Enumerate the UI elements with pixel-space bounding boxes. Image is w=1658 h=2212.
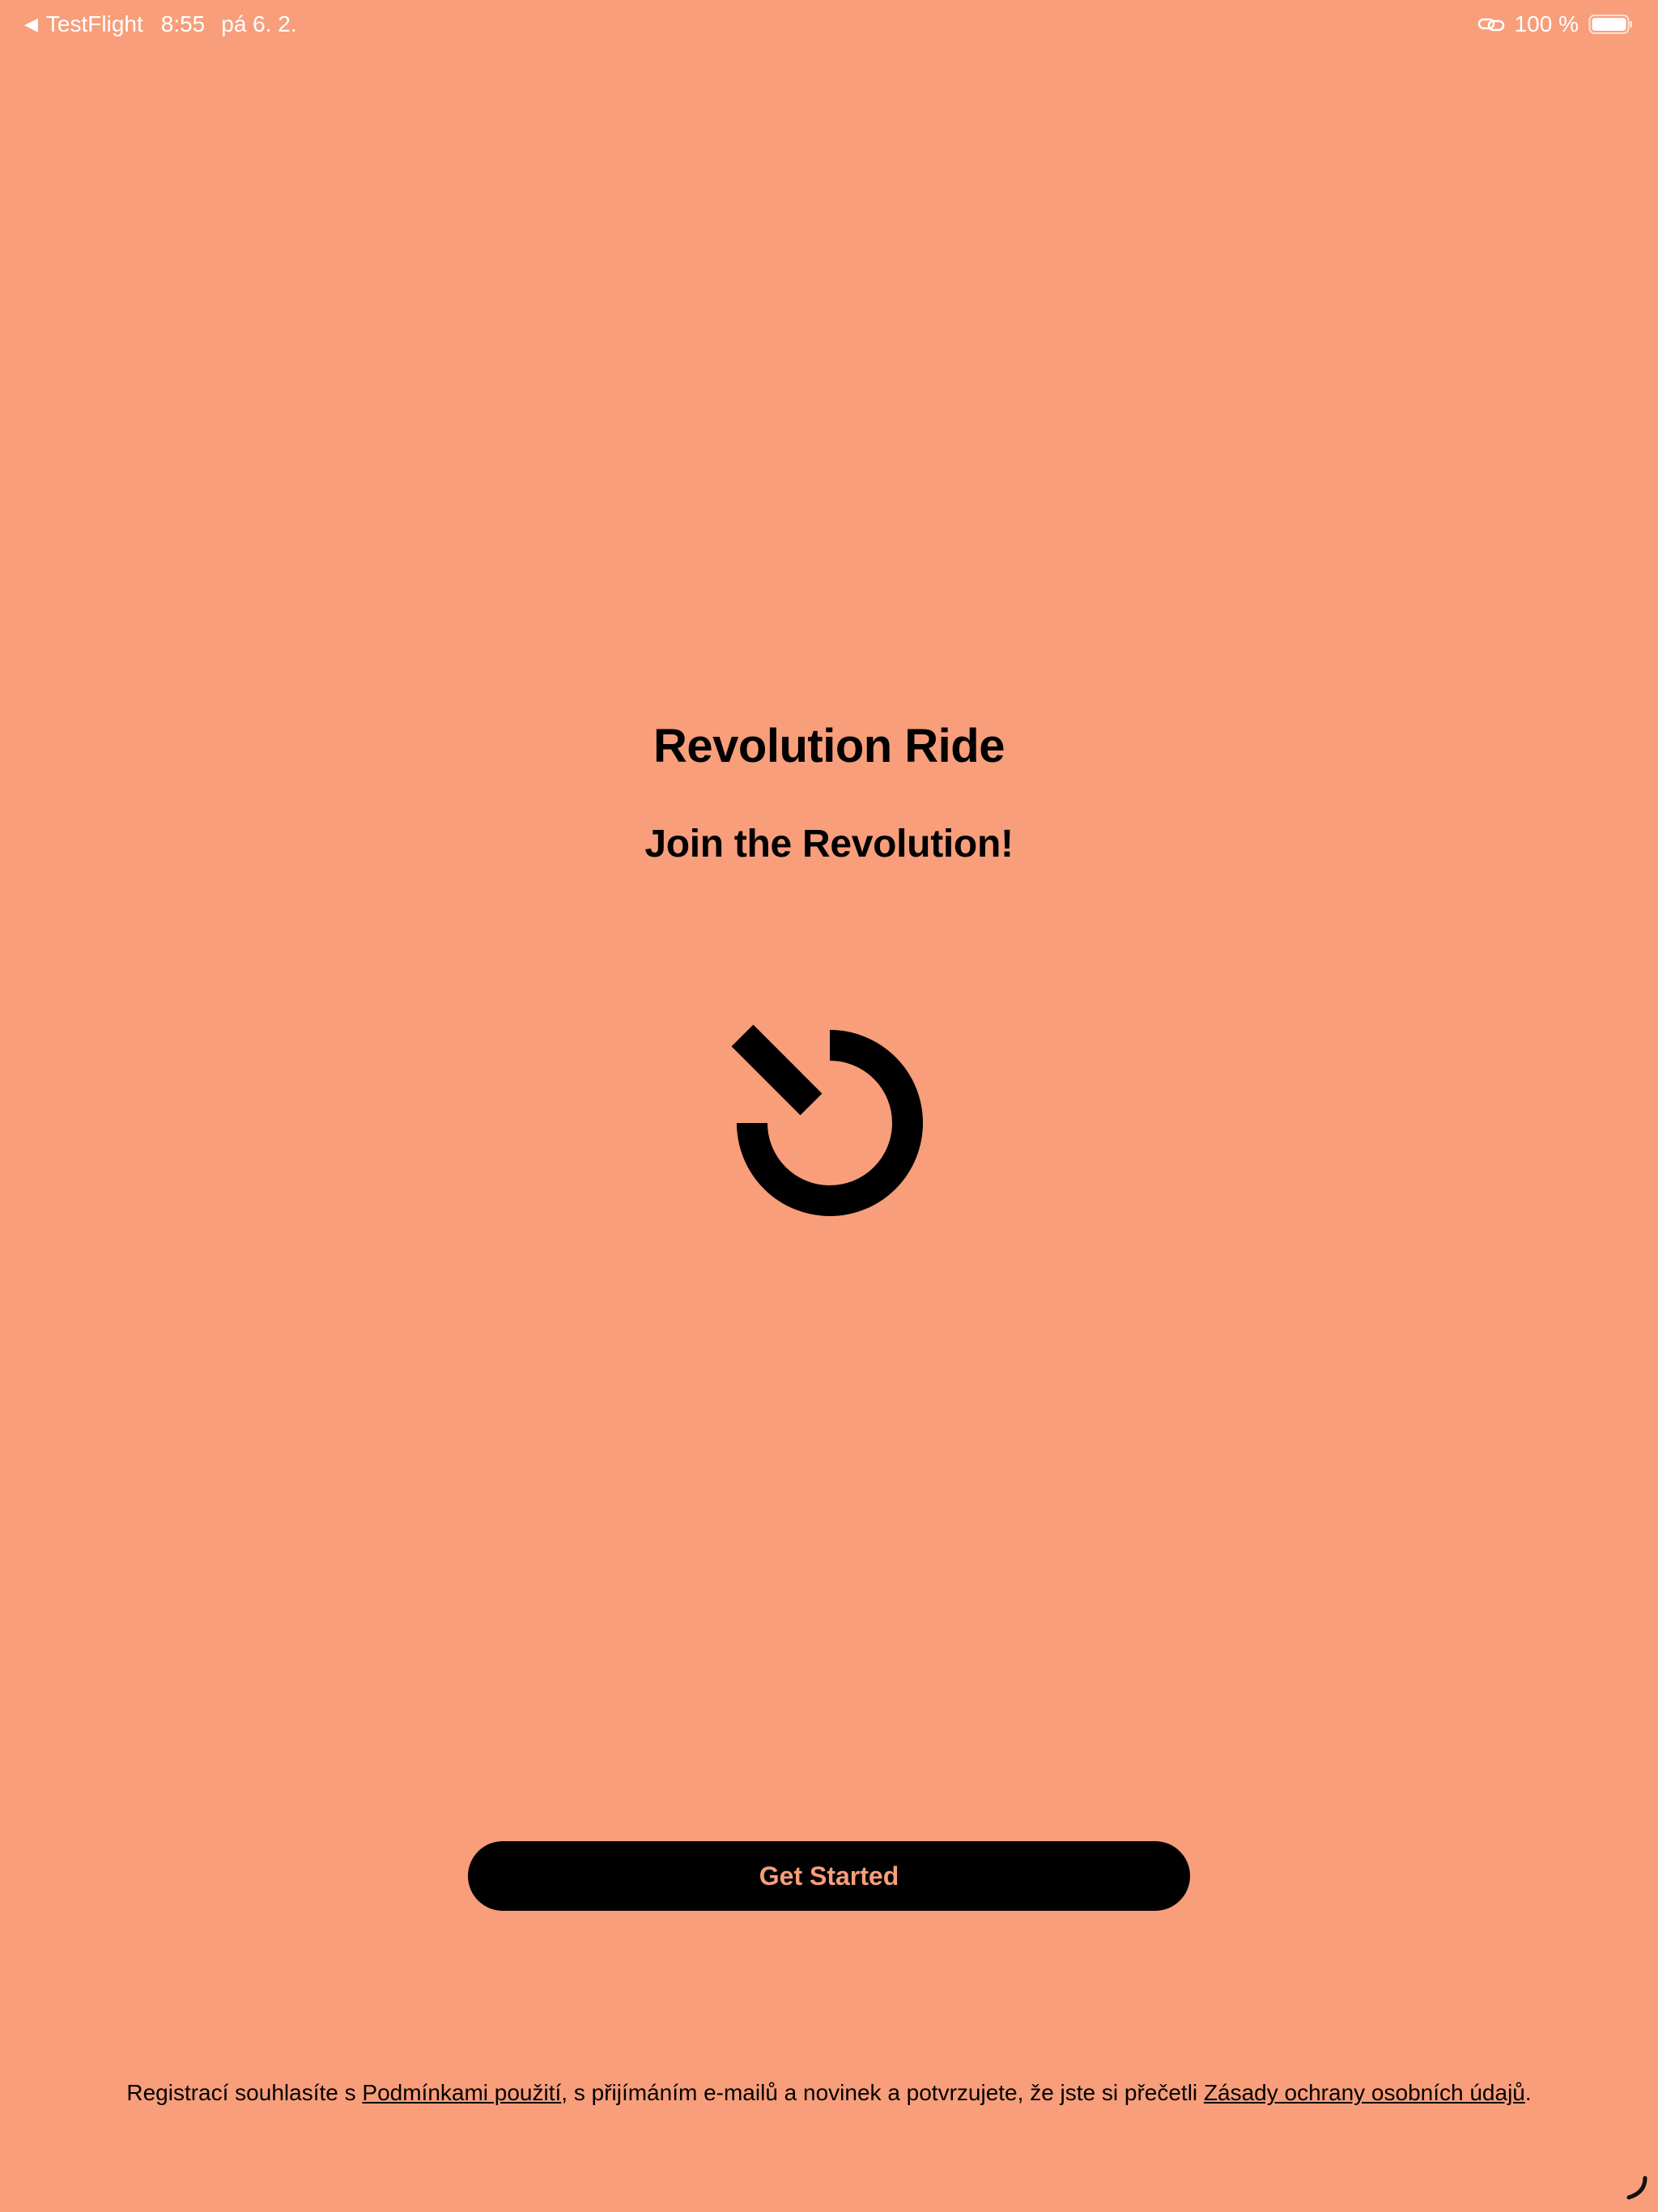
app-title: Revolution Ride xyxy=(653,720,1005,772)
legal-text-before: Registrací souhlasíte s xyxy=(126,2080,363,2105)
battery-percent: 100 % xyxy=(1514,11,1579,36)
privacy-link[interactable]: Zásady ochrany osobních údajů xyxy=(1204,2080,1525,2105)
legal-text: Registrací souhlasíte s Podmínkami použi… xyxy=(0,2080,1658,2106)
app-tagline: Join the Revolution! xyxy=(644,823,1014,866)
corner-resize-icon xyxy=(1626,2176,1647,2200)
legal-text-middle: , s přijímáním e-mailů a novinek a potvr… xyxy=(561,2080,1204,2105)
status-bar: ◀ TestFlight 8:55 pá 6. 2. 100 % xyxy=(0,0,1658,52)
back-app-label[interactable]: TestFlight xyxy=(46,11,143,37)
status-date: pá 6. 2. xyxy=(221,11,297,36)
back-arrow-icon[interactable]: ◀ xyxy=(24,14,38,35)
status-time: 8:55 xyxy=(160,11,206,36)
legal-text-after: . xyxy=(1524,2080,1532,2105)
battery-icon xyxy=(1588,15,1632,34)
status-right: 100 % xyxy=(1477,11,1634,37)
get-started-button[interactable]: Get Started xyxy=(468,1841,1190,1911)
terms-link[interactable]: Podmínkami použití xyxy=(362,2080,561,2105)
revolution-power-logo-icon xyxy=(731,1024,923,1216)
link-icon xyxy=(1477,18,1504,32)
status-left: ◀ TestFlight 8:55 pá 6. 2. xyxy=(24,11,297,37)
